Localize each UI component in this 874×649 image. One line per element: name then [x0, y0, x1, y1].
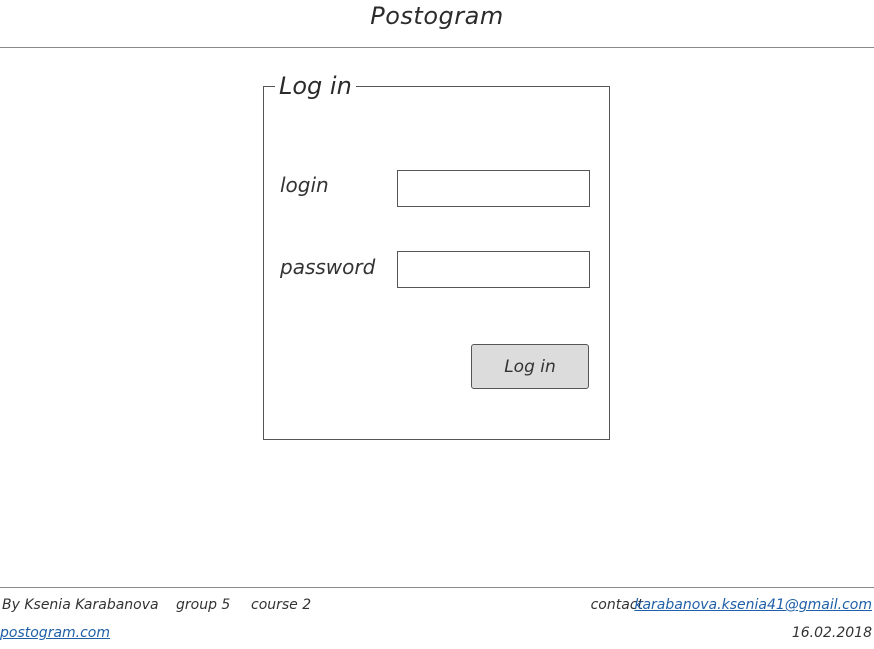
- login-form: Log in login password Log in: [263, 69, 610, 440]
- password-label: password: [280, 255, 376, 279]
- password-input[interactable]: [397, 251, 590, 288]
- login-button[interactable]: Log in: [471, 344, 589, 389]
- page: Postogram Log in login password Log in B…: [0, 0, 874, 649]
- footer-course: course 2: [251, 597, 312, 613]
- header-divider: [0, 47, 874, 48]
- footer-site-link[interactable]: postogram.com: [0, 625, 110, 641]
- app-title: Postogram: [370, 2, 504, 30]
- footer-divider: [0, 587, 874, 588]
- footer-contact-email[interactable]: karabanova.ksenia41@gmail.com: [634, 597, 872, 613]
- login-form-legend: Log in: [275, 69, 356, 103]
- login-label: login: [280, 173, 329, 197]
- login-input[interactable]: [397, 170, 590, 207]
- footer-date: 16.02.2018: [791, 625, 872, 641]
- footer-author: By Ksenia Karabanova: [2, 597, 159, 613]
- footer-group: group 5: [176, 597, 231, 613]
